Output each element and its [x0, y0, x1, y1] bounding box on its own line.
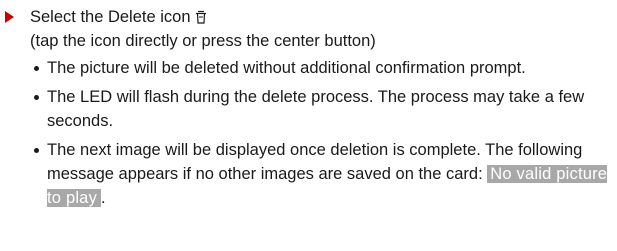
instruction-document: Select the Delete icon (tap the icon dir… — [0, 0, 617, 215]
bullet-icon — [34, 66, 39, 71]
list-item: The LED will flash during the delete pro… — [0, 85, 617, 133]
step-text: Select the Delete icon — [30, 8, 191, 26]
list-item: The picture will be deleted without addi… — [0, 56, 617, 80]
bullet-list: The picture will be deleted without addi… — [0, 56, 617, 210]
bullet-icon — [34, 95, 39, 100]
bullet-text: The picture will be deleted without addi… — [47, 59, 526, 77]
bullet-suffix: . — [101, 189, 106, 207]
list-item: The next image will be displayed once de… — [0, 138, 617, 210]
instruction-step: Select the Delete icon (tap the icon dir… — [0, 5, 617, 53]
trash-icon — [195, 10, 207, 24]
step-arrow-icon — [5, 11, 14, 23]
bullet-icon — [34, 148, 39, 153]
bullet-text: The LED will flash during the delete pro… — [47, 88, 585, 130]
step-note: (tap the icon directly or press the cent… — [30, 32, 376, 50]
